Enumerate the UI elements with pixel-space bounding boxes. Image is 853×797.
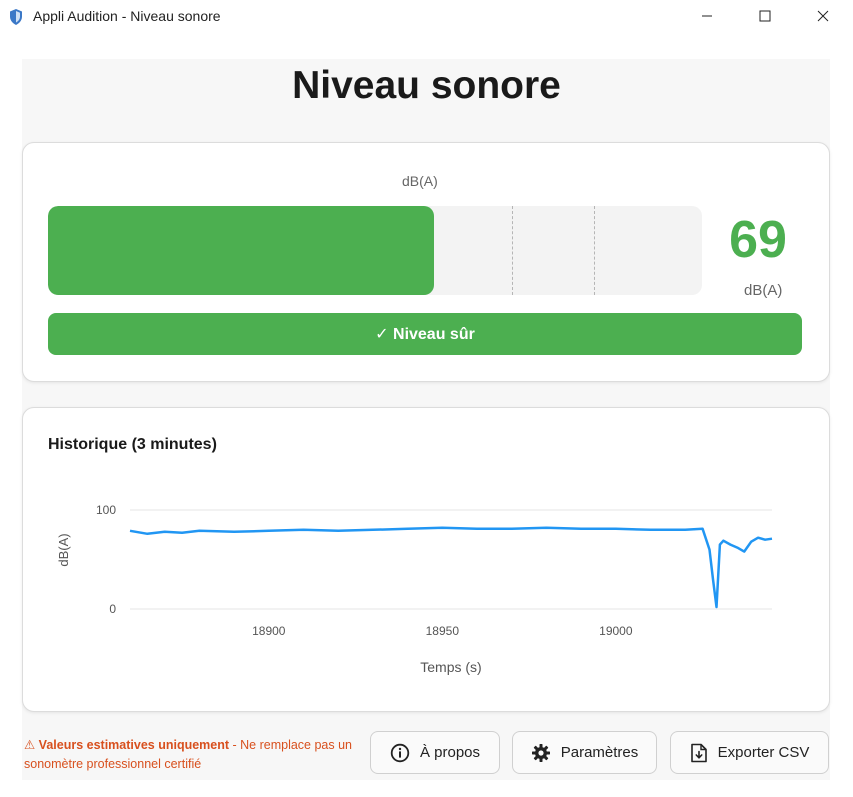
shield-icon bbox=[10, 9, 22, 25]
x-axis-label: Temps (s) bbox=[420, 659, 481, 675]
close-icon bbox=[817, 10, 829, 22]
threshold-marker bbox=[594, 206, 595, 295]
close-button[interactable] bbox=[800, 0, 846, 32]
info-icon bbox=[390, 743, 410, 762]
series-line bbox=[129, 526, 773, 609]
window-title: Appli Audition - Niveau sonore bbox=[33, 8, 221, 24]
level-unit: dB(A) bbox=[744, 282, 783, 299]
level-meter bbox=[48, 206, 702, 295]
y-tick-label: 0 bbox=[109, 602, 116, 616]
gear-icon bbox=[531, 743, 550, 762]
x-tick-label: 18900 bbox=[252, 624, 286, 638]
file-download-icon bbox=[690, 743, 707, 762]
level-value: 69 bbox=[729, 211, 787, 269]
x-tick-label: 18950 bbox=[426, 624, 460, 638]
disclaimer: ⚠ Valeurs estimatives uniquement - Ne re… bbox=[24, 736, 364, 774]
about-label: À propos bbox=[419, 744, 481, 761]
level-meter-fill bbox=[48, 206, 434, 295]
meter-unit-top: dB(A) bbox=[402, 173, 438, 189]
settings-button[interactable]: Paramètres bbox=[512, 731, 657, 774]
status-badge: ✓ Niveau sûr bbox=[48, 313, 802, 355]
minimize-icon bbox=[702, 15, 712, 17]
page-title: Niveau sonore bbox=[292, 64, 561, 107]
x-tick-label: 19000 bbox=[599, 624, 633, 638]
settings-label: Paramètres bbox=[560, 744, 639, 761]
minimize-button[interactable] bbox=[684, 0, 730, 32]
y-axis-label: dB(A) bbox=[56, 533, 71, 566]
history-title: Historique (3 minutes) bbox=[48, 436, 217, 453]
threshold-marker bbox=[512, 206, 513, 295]
title-bar: Appli Audition - Niveau sonore bbox=[0, 0, 853, 34]
disclaimer-bold: ⚠ Valeurs estimatives uniquement bbox=[24, 738, 230, 752]
export-label: Exporter CSV bbox=[717, 744, 810, 761]
history-chart: 0 100 18900 18950 19000 dB(A) Temps (s) bbox=[56, 503, 773, 675]
maximize-icon bbox=[759, 10, 771, 22]
maximize-button[interactable] bbox=[742, 0, 788, 32]
y-tick-label: 100 bbox=[96, 503, 116, 517]
export-csv-button[interactable]: Exporter CSV bbox=[670, 731, 829, 774]
about-button[interactable]: À propos bbox=[370, 731, 500, 774]
